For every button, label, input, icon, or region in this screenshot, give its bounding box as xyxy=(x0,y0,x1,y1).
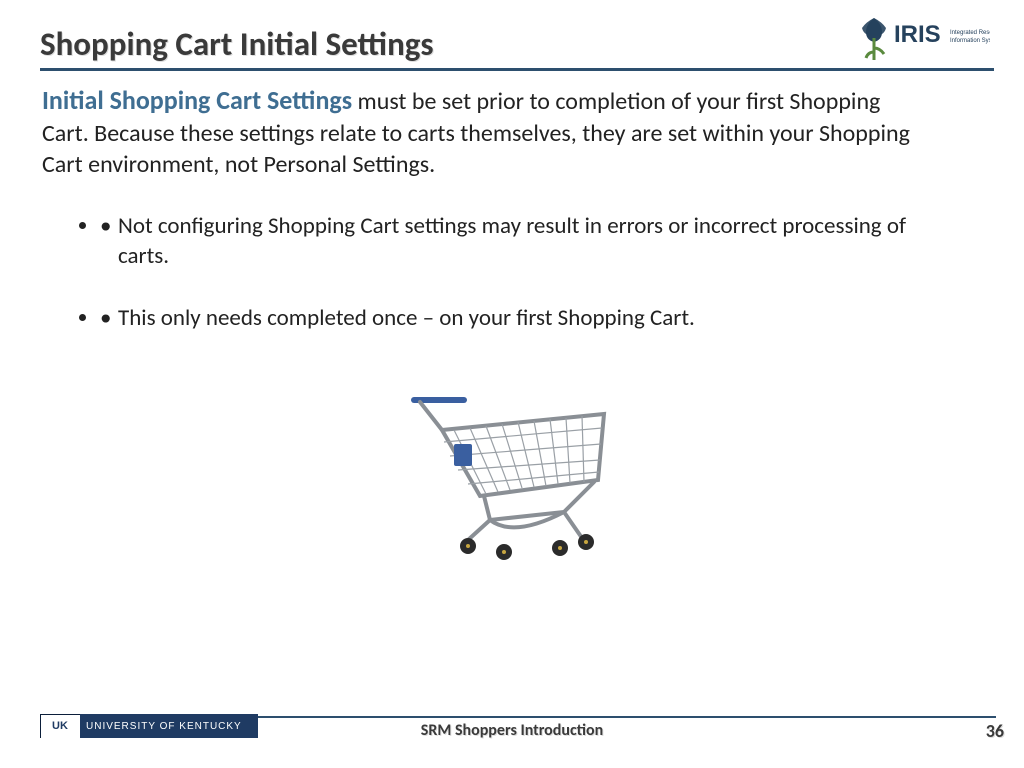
svg-text:Information System: Information System xyxy=(950,38,990,44)
lead-accent: Initial Shopping Cart Settings xyxy=(42,84,352,116)
shopping-cart-icon xyxy=(394,370,624,570)
slide: Shopping Cart Initial Settings IRIS Inte… xyxy=(0,0,1024,768)
iris-logo-text: IRIS xyxy=(894,21,941,48)
lead-paragraph: Initial Shopping Cart Settings must be s… xyxy=(42,84,924,180)
page-number: 36 xyxy=(986,720,1004,742)
page-title: Shopping Cart Initial Settings xyxy=(40,24,994,64)
title-row: Shopping Cart Initial Settings xyxy=(40,24,994,64)
iris-logo: IRIS Integrated Resource Information Sys… xyxy=(860,14,990,64)
footer-deck-title: SRM Shoppers Introduction xyxy=(0,721,1024,740)
title-underline xyxy=(40,68,994,71)
bullet-list: Not configuring Shopping Cart settings m… xyxy=(100,212,944,366)
svg-text:Integrated Resource: Integrated Resource xyxy=(950,30,990,36)
list-item: Not configuring Shopping Cart settings m… xyxy=(100,212,944,272)
list-item: This only needs completed once – on your… xyxy=(100,304,944,334)
